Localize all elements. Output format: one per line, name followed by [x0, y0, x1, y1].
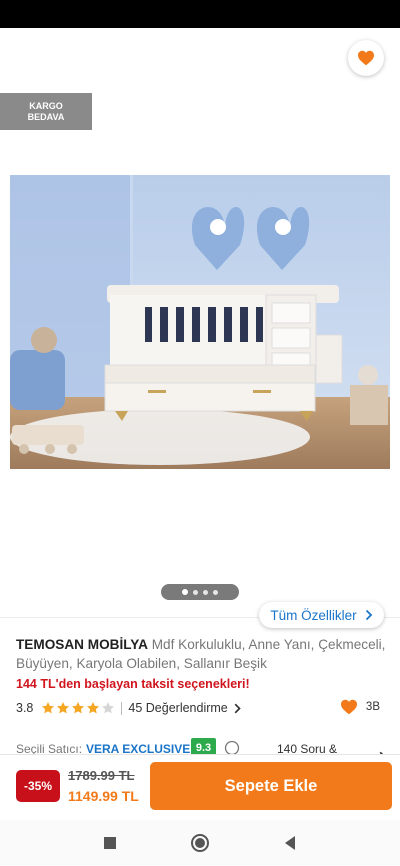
top-bar — [0, 28, 400, 86]
share-button[interactable] — [296, 42, 326, 72]
purchase-bar: -35% 1789.99 TL 1149.99 TL Sepete Ekle — [0, 754, 400, 820]
questions-answers-link[interactable]: 140 Soru & Cevap — [277, 742, 386, 754]
old-price: 1789.99 TL — [68, 768, 135, 783]
chevron-right-icon — [234, 703, 241, 713]
all-features-label: Tüm Özellikler — [270, 607, 357, 623]
triangle-back-icon — [285, 836, 295, 850]
back-button[interactable] — [14, 42, 44, 72]
product-brand[interactable]: TEMOSAN MOBİLYA — [16, 637, 148, 652]
home-button[interactable] — [190, 833, 210, 853]
star-icon — [42, 702, 55, 714]
questions-answers-label: 140 Soru & Cevap — [277, 742, 338, 754]
info-icon[interactable] — [224, 740, 240, 754]
discount-badge: -35% — [16, 770, 60, 802]
product-detail-screen: KARGO BEDAVA Tüm Özellikler TEMOSAN MOBİ… — [0, 0, 400, 866]
seller-label: Seçili Satıcı: — [16, 742, 83, 754]
favorite-button[interactable] — [348, 40, 384, 76]
heart-icon — [358, 50, 374, 66]
all-features-button[interactable]: Tüm Özellikler — [259, 602, 384, 628]
current-price: 1149.99 TL — [68, 788, 139, 804]
rating-separator — [121, 701, 123, 715]
star-icon — [87, 702, 100, 714]
reviews-link[interactable]: 45 Değerlendirme — [128, 701, 241, 715]
seller-name-link[interactable]: VERA EXCLUSIVE — [86, 742, 190, 754]
crib-photo — [10, 175, 390, 469]
star-icon — [72, 702, 85, 714]
system-nav-bar — [0, 820, 400, 866]
rating-row: 3.8 45 Değerlendirme 3B — [16, 699, 386, 717]
image-carousel-indicator[interactable] — [161, 584, 239, 600]
installment-options-link[interactable]: 144 TL'den başlayan taksit seçenekleri! — [16, 677, 250, 691]
carousel-dot[interactable] — [193, 589, 198, 595]
back-nav-button[interactable] — [280, 833, 300, 853]
chevron-right-icon — [365, 609, 372, 621]
free-shipping-line2: BEDAVA — [27, 111, 65, 122]
carousel-dot[interactable] — [203, 589, 208, 595]
carousel-dot[interactable] — [182, 589, 188, 595]
square-icon — [104, 837, 116, 849]
star-icon — [57, 702, 70, 714]
star-icon — [102, 702, 115, 714]
carousel-dot[interactable] — [213, 589, 218, 595]
free-shipping-badge: KARGO BEDAVA — [0, 93, 92, 130]
share-icon — [302, 47, 320, 67]
product-image[interactable] — [10, 175, 390, 469]
recent-apps-button[interactable] — [100, 833, 120, 853]
seller-row: Seçili Satıcı: VERA EXCLUSIVE 9.3 140 So… — [16, 738, 386, 754]
heart-icon — [340, 699, 357, 715]
like-count: 3B — [365, 701, 380, 713]
rating-stars — [41, 701, 115, 715]
like-counter[interactable]: 3B — [340, 699, 380, 715]
status-bar — [0, 0, 400, 28]
arrow-left-icon — [20, 48, 39, 66]
add-to-cart-button[interactable]: Sepete Ekle — [150, 762, 392, 810]
circle-icon — [191, 834, 209, 852]
seller-score-badge: 9.3 — [191, 738, 216, 754]
product-title: TEMOSAN MOBİLYA Mdf Korkuluklu, Anne Yan… — [16, 635, 386, 673]
reviews-label: 45 Değerlendirme — [128, 701, 228, 715]
rating-score: 3.8 — [16, 701, 34, 715]
free-shipping-line1: KARGO — [29, 100, 63, 111]
